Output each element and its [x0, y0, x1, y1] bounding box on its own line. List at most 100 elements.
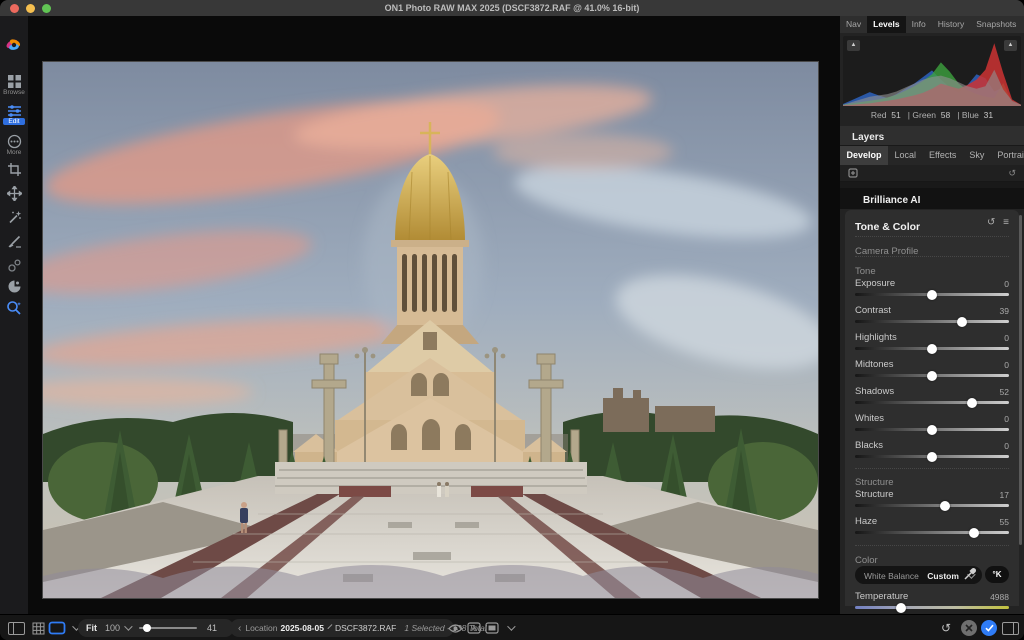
- transform-tool-button[interactable]: [0, 186, 28, 201]
- alpha-mask-icon: A: [467, 622, 481, 634]
- app-window: ON1 Photo RAW MAX 2025 (DSCF3872.RAF @ 4…: [0, 0, 1024, 640]
- reset-edits-button[interactable]: ↺: [941, 620, 951, 636]
- tone-section-label: Tone: [855, 266, 876, 277]
- preview-toggle-button[interactable]: [448, 615, 463, 640]
- slider-thumb[interactable]: [969, 528, 979, 538]
- close-icon: [965, 624, 973, 632]
- divider: [855, 236, 1009, 237]
- slider-thumb[interactable]: [927, 371, 937, 381]
- panel-menu-icon[interactable]: ≡: [1003, 217, 1009, 228]
- mask-options-chevron[interactable]: [503, 615, 513, 640]
- edit-mode-tabs: Develop Local Effects Sky Portrait: [840, 146, 1024, 165]
- kelvin-button[interactable]: °K: [985, 566, 1009, 583]
- structure-slider[interactable]: Structure17: [855, 489, 1009, 515]
- grid-view-button[interactable]: [32, 615, 45, 640]
- refine-tool-button[interactable]: [0, 258, 28, 273]
- fit-button[interactable]: Fit: [86, 623, 97, 633]
- toggle-right-panel-button[interactable]: [1002, 615, 1019, 640]
- slider-thumb[interactable]: [896, 603, 906, 613]
- photo-view-icon: [48, 621, 66, 635]
- healing-patch-icon: [7, 279, 22, 294]
- view-options-chevron[interactable]: [68, 615, 78, 640]
- photo-view-button[interactable]: [48, 615, 66, 640]
- healing-tool-button[interactable]: [0, 279, 28, 294]
- highlight-clipping-icon[interactable]: ▲: [1004, 40, 1017, 51]
- add-preset-icon[interactable]: [848, 165, 858, 183]
- edit-module-button[interactable]: Edit: [0, 104, 28, 125]
- slider-thumb[interactable]: [940, 501, 950, 511]
- brilliance-ai-row[interactable]: Brilliance AI: [840, 188, 1024, 209]
- chevron-down-icon: [124, 622, 132, 630]
- back-icon[interactable]: ‹: [238, 623, 241, 634]
- tab-develop[interactable]: Develop: [840, 146, 888, 165]
- color-section-label: Color: [855, 555, 878, 566]
- tab-effects[interactable]: Effects: [923, 146, 963, 165]
- brilliance-label: Brilliance AI: [863, 195, 920, 206]
- location-date[interactable]: 2025-08-05: [280, 623, 323, 633]
- browse-module-button[interactable]: Browse: [0, 74, 28, 96]
- ai-view-zoom-tool-button[interactable]: [0, 300, 28, 316]
- layers-title: Layers: [852, 132, 884, 143]
- slider-thumb[interactable]: [927, 425, 937, 435]
- toggle-left-panel-button[interactable]: [8, 615, 25, 640]
- develop-filter-row: ↺: [840, 165, 1024, 182]
- structure-section-label-row: Structure: [855, 472, 1009, 490]
- tab-nav[interactable]: Nav: [840, 16, 867, 33]
- divider: [855, 468, 1009, 469]
- reset-tone-icon[interactable]: ↺: [987, 217, 995, 228]
- crop-tool-button[interactable]: [0, 162, 28, 177]
- more-module-button[interactable]: More: [0, 134, 28, 156]
- slider-thumb[interactable]: [927, 344, 937, 354]
- tab-history[interactable]: History: [932, 16, 970, 33]
- ai-wand-tool-button[interactable]: [0, 210, 28, 225]
- masking-brush-tool-button[interactable]: [0, 234, 28, 249]
- zoom-slider[interactable]: [139, 627, 197, 629]
- structure-section-label: Structure: [855, 477, 894, 488]
- midtones-slider[interactable]: Midtones0: [855, 359, 1009, 385]
- slider-thumb[interactable]: [927, 452, 937, 462]
- slider-thumb[interactable]: [927, 290, 937, 300]
- mask-view-button[interactable]: A: [467, 615, 481, 640]
- panel-scrollbar[interactable]: [1019, 215, 1022, 545]
- zoom-level-value: 41: [207, 623, 217, 633]
- white-balance-label: White Balance: [864, 571, 919, 581]
- current-filename: DSCF3872.RAF: [335, 623, 396, 633]
- haze-slider[interactable]: Haze55: [855, 516, 1009, 542]
- cancel-button[interactable]: [961, 620, 977, 636]
- reset-develop-icon[interactable]: ↺: [1008, 165, 1016, 181]
- tone-color-title: Tone & Color: [855, 221, 920, 233]
- edit-sliders-icon: [7, 104, 22, 118]
- tone-color-header[interactable]: Tone & Color ↺ ≡: [855, 217, 1009, 231]
- zoom-slider-thumb[interactable]: [143, 624, 151, 632]
- tab-info[interactable]: Info: [906, 16, 932, 33]
- slider-thumb[interactable]: [957, 317, 967, 327]
- contrast-slider[interactable]: Contrast39: [855, 305, 1009, 331]
- apply-button[interactable]: [981, 620, 997, 636]
- exposure-slider[interactable]: Exposure0: [855, 278, 1009, 304]
- eyedropper-icon[interactable]: [963, 567, 977, 586]
- photo-cathedral-image[interactable]: [43, 62, 818, 598]
- white-balance-value: Custom: [927, 571, 959, 581]
- panel-right-icon: [1002, 622, 1019, 635]
- tab-portrait[interactable]: Portrait: [991, 146, 1024, 165]
- highlights-slider[interactable]: Highlights0: [855, 332, 1009, 358]
- tab-local[interactable]: Local: [888, 146, 923, 165]
- whites-slider[interactable]: Whites0: [855, 413, 1009, 439]
- filmstrip-control: ‹ Location 2025-08-05 DSCF3872.RAF 1 Sel…: [230, 619, 454, 637]
- layers-section-header[interactable]: Layers: [840, 126, 1024, 146]
- svg-text:A: A: [471, 624, 477, 633]
- tone-color-panel: Tone & Color ↺ ≡ Camera Profile Tone Exp…: [845, 210, 1019, 606]
- shadows-slider[interactable]: Shadows52: [855, 386, 1009, 412]
- tab-snapshots[interactable]: Snapshots: [970, 16, 1022, 33]
- browse-label: Browse: [0, 89, 28, 96]
- tab-sky[interactable]: Sky: [963, 146, 991, 165]
- tab-levels[interactable]: Levels: [867, 16, 905, 33]
- slider-thumb[interactable]: [967, 398, 977, 408]
- divider: [855, 545, 1009, 546]
- levels-histogram: [843, 36, 1021, 106]
- zoom-100-button[interactable]: 100: [105, 623, 120, 633]
- divider: [855, 256, 1009, 257]
- blacks-slider[interactable]: Blacks0: [855, 440, 1009, 466]
- mask-overlay-button[interactable]: [485, 615, 499, 640]
- shadow-clipping-icon[interactable]: ▲: [847, 40, 860, 51]
